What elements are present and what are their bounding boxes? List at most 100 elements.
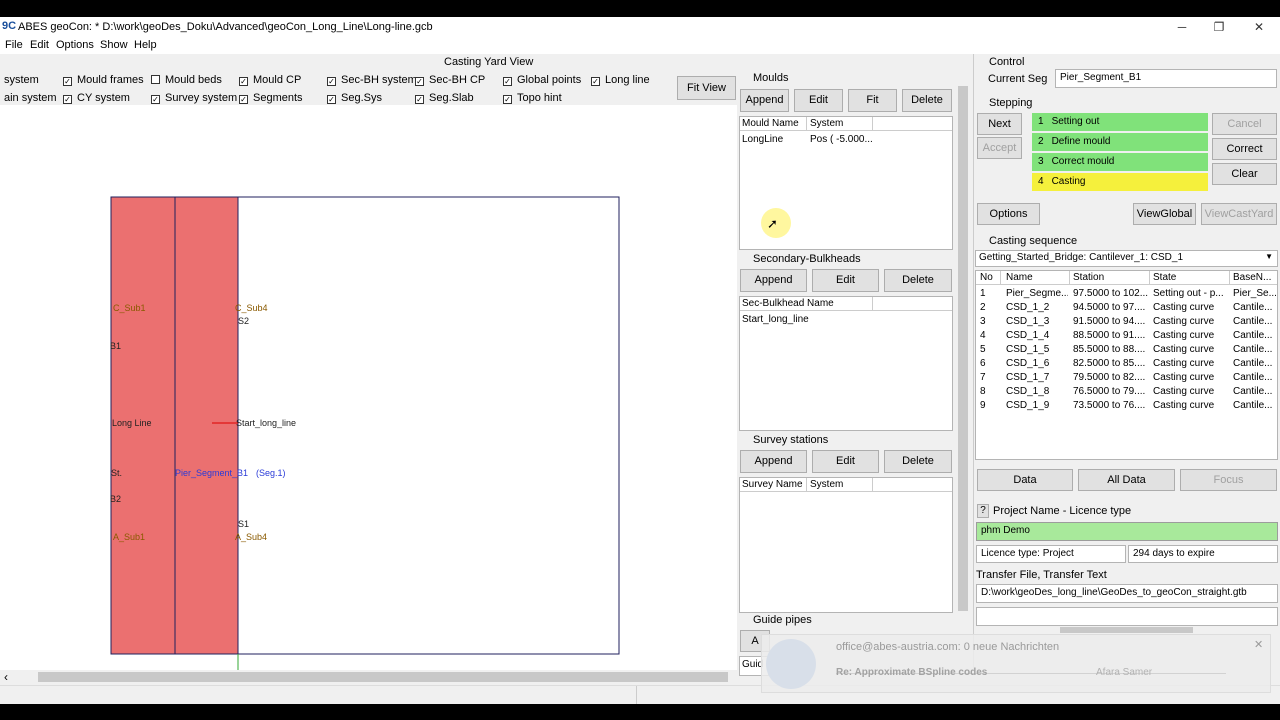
middle-scroll-thumb[interactable] <box>958 86 968 611</box>
survey-delete-button[interactable]: Delete <box>884 450 952 473</box>
step-define-mould[interactable]: 2 Define mould <box>1032 133 1208 151</box>
svg-text:Pier_Segment_B1: Pier_Segment_B1 <box>175 468 248 478</box>
canvas-hscrollbar[interactable]: ‹ <box>0 670 737 684</box>
moulds-header-system[interactable]: System <box>810 118 843 129</box>
table-cell: 73.5000 to 76.... <box>1073 400 1146 411</box>
options-button[interactable]: Options <box>977 203 1040 225</box>
transfer-text-field[interactable] <box>976 607 1278 626</box>
checkbox-cy-system[interactable]: ✓ CY system <box>63 92 130 104</box>
seq-header-name[interactable]: Name <box>1006 272 1033 283</box>
sec-bh-edit-button[interactable]: Edit <box>812 269 879 292</box>
moulds-delete-button[interactable]: Delete <box>902 89 952 112</box>
checkbox-seg-slab[interactable]: ✓ Seg.Slab <box>415 92 474 104</box>
moulds-edit-button[interactable]: Edit <box>794 89 843 112</box>
close-button[interactable]: ✕ <box>1240 17 1278 37</box>
table-row[interactable]: Start_long_line <box>740 313 952 327</box>
menu-file[interactable]: File <box>5 39 23 51</box>
table-cell: Casting curve <box>1153 330 1215 341</box>
focus-button[interactable]: Focus <box>1180 469 1277 491</box>
checkbox-segments[interactable]: ✓ Segments <box>239 92 303 104</box>
table-cell: Cantile... <box>1233 344 1273 355</box>
table-cell: Casting curve <box>1153 302 1215 313</box>
licence-type-field: Licence type: Project <box>976 545 1126 563</box>
next-button[interactable]: Next <box>977 113 1022 135</box>
fit-view-button[interactable]: Fit View <box>677 76 736 100</box>
checkbox-sec-bh-system[interactable]: ✓ Sec-BH system <box>327 74 417 86</box>
checkbox-topo-hint[interactable]: ✓ Topo hint <box>503 92 562 104</box>
table-cell: CSD_1_3 <box>1006 316 1050 327</box>
survey-header-name[interactable]: Survey Name <box>742 479 803 490</box>
seq-header-basename[interactable]: BaseN... <box>1233 272 1271 283</box>
all-data-button[interactable]: All Data <box>1078 469 1175 491</box>
current-seg-field[interactable]: Pier_Segment_B1 <box>1055 69 1277 88</box>
table-row[interactable]: LongLine Pos ( -5.000... <box>740 133 952 147</box>
menu-show[interactable]: Show <box>100 39 128 51</box>
moulds-fit-button[interactable]: Fit <box>848 89 897 112</box>
table-cell: 85.5000 to 88.... <box>1073 344 1146 355</box>
cancel-button[interactable]: Cancel <box>1212 113 1277 135</box>
scroll-left-arrow[interactable]: ‹ <box>4 670 8 684</box>
table-row[interactable]: 4 CSD_1_4 88.5000 to 91.... Casting curve Ca… <box>976 329 1277 343</box>
scroll-thumb[interactable] <box>38 672 728 682</box>
survey-append-button[interactable]: Append <box>740 450 807 473</box>
moulds-header-name[interactable]: Mould Name <box>742 118 799 129</box>
seq-header-state[interactable]: State <box>1153 272 1176 283</box>
checkbox-seg-sys[interactable]: ✓ Seg.Sys <box>327 92 382 104</box>
table-cell: 5 <box>980 344 986 355</box>
seq-header-no[interactable]: No <box>980 272 993 283</box>
menu-options[interactable]: Options <box>56 39 94 51</box>
notification-sender: office@abes-austria.com: 0 neue Nachrich… <box>836 641 1060 653</box>
help-button[interactable]: ? <box>977 504 989 518</box>
table-row[interactable]: 8 CSD_1_8 76.5000 to 79.... Casting curve Ca… <box>976 385 1277 399</box>
checkbox-long-line[interactable]: ✓ Long line <box>591 74 650 86</box>
data-button[interactable]: Data <box>977 469 1073 491</box>
sec-bh-append-button[interactable]: Append <box>740 269 807 292</box>
table-cell: CSD_1_6 <box>1006 358 1050 369</box>
checkbox-sec-bh-cp[interactable]: ✓ Sec-BH CP <box>415 74 485 86</box>
minimize-button[interactable]: ─ <box>1163 17 1201 37</box>
table-row[interactable]: 6 CSD_1_6 82.5000 to 85.... Casting curve Ca… <box>976 357 1277 371</box>
menu-help[interactable]: Help <box>134 39 157 51</box>
casting-sequence-table: No Name Station State BaseN... 1 Pier_Seg… <box>975 270 1278 460</box>
table-row[interactable]: 9 CSD_1_9 73.5000 to 76.... Casting curve Ca… <box>976 399 1277 413</box>
notification-close-button[interactable]: ✕ <box>1254 638 1263 651</box>
table-row[interactable]: 3 CSD_1_3 91.5000 to 94.... Casting curve Ca… <box>976 315 1277 329</box>
checkbox-mould-cp[interactable]: ✓ Mould CP <box>239 74 301 86</box>
svg-text:C_Sub4: C_Sub4 <box>235 303 268 313</box>
checkbox-mould-frames[interactable]: ✓ Mould frames <box>63 74 144 86</box>
survey-header-system[interactable]: System <box>810 479 843 490</box>
step-casting[interactable]: 4 Casting <box>1032 173 1208 191</box>
svg-text:S1: S1 <box>238 519 249 529</box>
menu-edit[interactable]: Edit <box>30 39 49 51</box>
moulds-append-button[interactable]: Append <box>740 89 789 112</box>
casting-yard-canvas[interactable]: C_Sub1 C_Sub4 S2 B1 Long Line Start_long… <box>0 105 737 670</box>
clear-button[interactable]: Clear <box>1212 163 1277 185</box>
checkbox-survey-system[interactable]: ✓ Survey system <box>151 92 237 104</box>
correct-button[interactable]: Correct <box>1212 138 1277 160</box>
view-global-button[interactable]: ViewGlobal <box>1133 203 1196 225</box>
table-row[interactable]: 5 CSD_1_5 85.5000 to 88.... Casting curve Ca… <box>976 343 1277 357</box>
checkbox-mould-beds[interactable]: Mould beds <box>151 74 222 86</box>
step-correct-mould[interactable]: 3 Correct mould <box>1032 153 1208 171</box>
accept-button[interactable]: Accept <box>977 137 1022 159</box>
column-divider <box>973 54 974 670</box>
sec-bh-delete-button[interactable]: Delete <box>884 269 952 292</box>
checkbox-system[interactable]: system <box>4 74 39 86</box>
casting-sequence-select[interactable]: Getting_Started_Bridge: Cantilever_1: CS… <box>975 250 1278 267</box>
view-cast-yard-button[interactable]: ViewCastYard <box>1201 203 1277 225</box>
step-setting-out[interactable]: 1 Setting out <box>1032 113 1208 131</box>
right-hscroll-thumb[interactable] <box>1060 627 1193 633</box>
mail-notification[interactable]: office@abes-austria.com: 0 neue Nachrich… <box>761 634 1271 693</box>
table-cell: CSD_1_5 <box>1006 344 1050 355</box>
middle-vscrollbar[interactable] <box>955 72 970 670</box>
table-row[interactable]: 1 Pier_Segme... 97.5000 to 102... Setting o… <box>976 287 1277 301</box>
restore-button[interactable]: ❐ <box>1200 17 1238 37</box>
seq-header-station[interactable]: Station <box>1073 272 1104 283</box>
table-row[interactable]: 7 CSD_1_7 79.5000 to 82.... Casting curve Ca… <box>976 371 1277 385</box>
checkbox-global-points[interactable]: ✓ Global points <box>503 74 581 86</box>
table-row[interactable]: 2 CSD_1_2 94.5000 to 97.... Casting curve Ca… <box>976 301 1277 315</box>
transfer-file-field[interactable]: D:\work\geoDes_long_line\GeoDes_to_geoCo… <box>976 584 1278 603</box>
checkbox-main-system[interactable]: ain system <box>4 92 57 104</box>
survey-edit-button[interactable]: Edit <box>812 450 879 473</box>
sec-bh-header-name[interactable]: Sec-Bulkhead Name <box>742 298 834 309</box>
